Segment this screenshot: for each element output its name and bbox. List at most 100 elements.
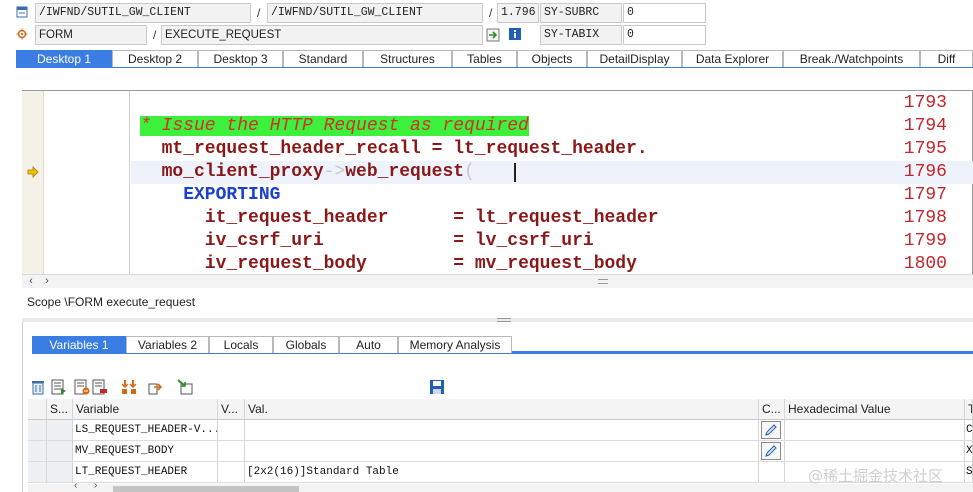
export-icon[interactable] bbox=[148, 379, 164, 395]
tab-desktop-3[interactable]: Desktop 3 bbox=[198, 50, 283, 67]
column-header-change[interactable]: C... bbox=[759, 399, 785, 420]
scroll-grip[interactable] bbox=[598, 279, 608, 284]
line-number: 1797 bbox=[903, 185, 947, 205]
include-name-field[interactable]: /IWFND/SUTIL_GW_CLIENT bbox=[267, 3, 483, 23]
table-cell-type: S bbox=[965, 462, 973, 483]
tab-objects[interactable]: Objects bbox=[517, 50, 587, 67]
column-header-variable[interactable]: Variable bbox=[73, 399, 218, 420]
scroll-left-icon[interactable]: ‹ bbox=[24, 275, 38, 288]
info-icon[interactable] bbox=[508, 27, 522, 41]
line-number: 1799 bbox=[903, 231, 947, 251]
save-icon[interactable] bbox=[429, 379, 445, 395]
tab-structures[interactable]: Structures bbox=[363, 50, 452, 67]
table-cell-value[interactable] bbox=[245, 420, 759, 441]
table-cell-value[interactable]: [2x2(16)]Standard Table bbox=[245, 462, 759, 483]
column-header-status[interactable]: S... bbox=[47, 399, 73, 420]
table-cell-type: X bbox=[965, 441, 973, 462]
tab-standard[interactable]: Standard bbox=[283, 50, 363, 67]
table-cell-status bbox=[47, 420, 73, 441]
breakpoint-gutter[interactable] bbox=[22, 91, 44, 274]
editor-horizontal-scrollbar[interactable]: ‹ › bbox=[22, 274, 973, 288]
line-number: 1793 bbox=[903, 93, 947, 113]
column-header-type[interactable]: T bbox=[965, 399, 973, 420]
new-entry-icon[interactable] bbox=[74, 379, 90, 395]
navigate-to-source-icon[interactable] bbox=[486, 28, 500, 42]
scroll-right-icon[interactable]: › bbox=[40, 275, 54, 288]
table-cell-v bbox=[218, 420, 245, 441]
tab-desktop-2[interactable]: Desktop 2 bbox=[112, 50, 198, 67]
code-keyword: EXPORTING bbox=[140, 185, 281, 205]
tab-break-watchpoints[interactable]: Break./Watchpoints bbox=[783, 50, 920, 67]
column-header-value[interactable]: Val. bbox=[245, 399, 759, 420]
table-cell-status bbox=[47, 441, 73, 462]
load-icon[interactable] bbox=[177, 379, 193, 395]
code-line-1794: * Issue the HTTP Request as required bbox=[140, 115, 529, 138]
code-param-value: = lv_csrf_uri bbox=[453, 231, 594, 251]
detail-view-icon[interactable] bbox=[51, 379, 67, 395]
program-icon bbox=[16, 6, 28, 18]
scroll-right-icon[interactable]: › bbox=[94, 480, 97, 491]
text-cursor bbox=[514, 163, 516, 182]
table-cell-value[interactable] bbox=[245, 441, 759, 462]
tab-diff[interactable]: Diff bbox=[920, 50, 973, 67]
hierarchy-icon[interactable] bbox=[121, 379, 137, 395]
desktop-tabstrip: Desktop 1 Desktop 2 Desktop 3 Standard S… bbox=[16, 50, 973, 68]
code-method: web_request bbox=[345, 162, 465, 182]
code-arrow: -> bbox=[323, 162, 346, 182]
tab-locals[interactable]: Locals bbox=[209, 336, 273, 353]
table-cell-change bbox=[759, 441, 785, 462]
edit-value-button[interactable] bbox=[761, 442, 781, 460]
code-line-1798: it_request_header = lt_request_header bbox=[140, 207, 659, 230]
separator: / bbox=[257, 6, 261, 20]
separator: / bbox=[489, 6, 493, 20]
code-comment: * Issue the HTTP Request as required bbox=[140, 116, 529, 136]
line-number-field[interactable]: 1.796 bbox=[497, 3, 539, 23]
line-number-current: 1796 bbox=[903, 162, 947, 182]
column-header-s[interactable] bbox=[28, 399, 47, 420]
row-selector[interactable] bbox=[28, 420, 47, 441]
table-cell-variable[interactable]: MV_REQUEST_BODY bbox=[73, 441, 218, 462]
tab-data-explorer[interactable]: Data Explorer bbox=[682, 50, 783, 67]
table-cell-status bbox=[47, 462, 73, 483]
tab-auto[interactable]: Auto bbox=[339, 336, 398, 353]
table-cell-hex bbox=[785, 420, 965, 441]
line-number: 1795 bbox=[903, 139, 947, 159]
sy-tabix-value[interactable]: 0 bbox=[623, 25, 706, 45]
tab-desktop-1[interactable]: Desktop 1 bbox=[16, 50, 112, 67]
sy-subrc-label: SY-SUBRC bbox=[540, 3, 622, 23]
column-header-v[interactable]: V... bbox=[218, 399, 245, 420]
delete-icon[interactable] bbox=[30, 379, 46, 395]
event-type-field[interactable]: FORM bbox=[35, 25, 147, 45]
table-cell-variable[interactable]: LS_REQUEST_HEADER-V... bbox=[73, 420, 218, 441]
line-number: 1800 bbox=[903, 254, 947, 273]
row-selector[interactable] bbox=[28, 462, 47, 483]
tab-detail-display[interactable]: DetailDisplay bbox=[587, 50, 682, 67]
event-name-field[interactable]: EXECUTE_REQUEST bbox=[161, 25, 483, 45]
code-line-1797: EXPORTING bbox=[140, 184, 280, 207]
row-selector[interactable] bbox=[28, 441, 47, 462]
code-line-1795: mt_request_header_recall = lt_request_he… bbox=[140, 139, 648, 159]
line-number: 1798 bbox=[903, 208, 947, 228]
code-line-1800: iv_request_body = mv_request_body bbox=[140, 253, 637, 274]
tab-variables-2[interactable]: Variables 2 bbox=[126, 336, 209, 353]
table-cell-hex bbox=[785, 441, 965, 462]
code-line-1799: iv_csrf_uri = lv_csrf_uri bbox=[140, 230, 594, 253]
code-param-name: iv_csrf_uri bbox=[140, 231, 454, 251]
scroll-left-icon[interactable]: ‹ bbox=[74, 480, 77, 491]
watermark: @稀土掘金技术社区 bbox=[808, 467, 944, 485]
tab-variables-1[interactable]: Variables 1 bbox=[32, 336, 126, 353]
edit-value-button[interactable] bbox=[761, 421, 781, 439]
remove-entry-icon[interactable] bbox=[92, 379, 108, 395]
tab-globals[interactable]: Globals bbox=[273, 336, 339, 353]
scroll-thumb[interactable] bbox=[113, 486, 299, 492]
sy-subrc-value[interactable]: 0 bbox=[623, 3, 706, 23]
tab-memory-analysis[interactable]: Memory Analysis bbox=[398, 336, 512, 353]
code-line-1796: mo_client_proxy->web_request( bbox=[140, 161, 475, 184]
code-param-name: iv_request_body bbox=[140, 254, 454, 274]
table-cell-change bbox=[759, 420, 785, 441]
table-cell-v bbox=[218, 441, 245, 462]
tab-tables[interactable]: Tables bbox=[452, 50, 517, 67]
program-name-field[interactable]: /IWFND/SUTIL_GW_CLIENT bbox=[35, 3, 251, 23]
code-object: mo_client_proxy bbox=[140, 162, 324, 182]
column-header-hex-value[interactable]: Hexadecimal Value bbox=[785, 399, 965, 420]
